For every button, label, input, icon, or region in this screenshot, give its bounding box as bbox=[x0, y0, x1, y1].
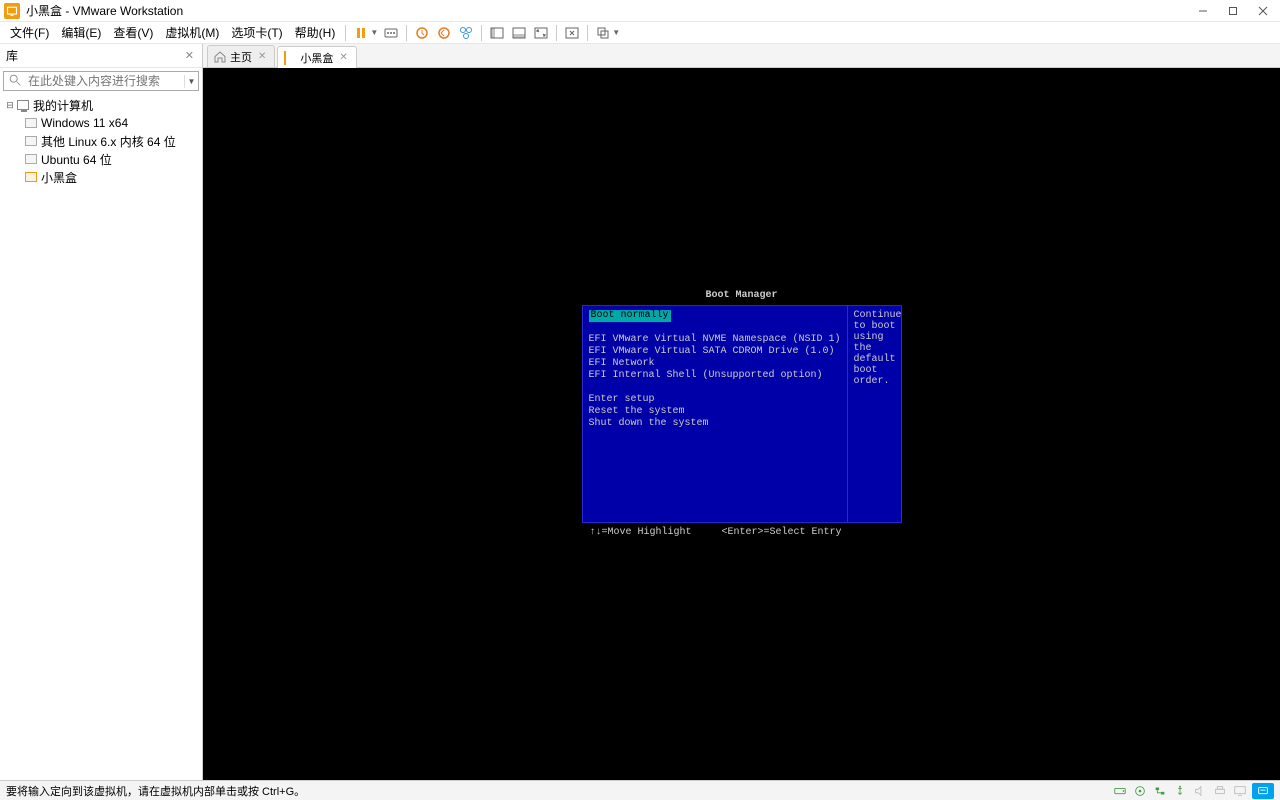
menu-view[interactable]: 查看(V) bbox=[107, 22, 159, 43]
search-icon bbox=[8, 73, 24, 89]
tree-root-label: 我的计算机 bbox=[33, 97, 93, 114]
unity-button[interactable] bbox=[592, 22, 614, 44]
view-stretch-button[interactable] bbox=[530, 22, 552, 44]
tree-item-label: Windows 11 x64 bbox=[41, 116, 128, 130]
library-search-input[interactable] bbox=[28, 74, 184, 88]
view-console-button[interactable] bbox=[486, 22, 508, 44]
status-sound-icon[interactable] bbox=[1192, 783, 1208, 799]
tree-item-label: Ubuntu 64 位 bbox=[41, 151, 112, 168]
pause-vm-button[interactable] bbox=[350, 22, 372, 44]
vm-icon bbox=[24, 152, 38, 166]
tab-close-icon[interactable]: ✕ bbox=[337, 52, 349, 63]
boot-entry-network[interactable]: EFI Network bbox=[589, 358, 841, 370]
tab-current-label: 小黑盒 bbox=[300, 50, 333, 66]
search-dropdown-icon[interactable]: ▼ bbox=[184, 75, 198, 88]
toolbar-separator bbox=[587, 25, 588, 41]
boot-footer-move: ↑↓=Move Highlight bbox=[590, 527, 692, 538]
status-bar: 要将输入定向到该虚拟机，请在虚拟机内部单击或按 Ctrl+G。 bbox=[0, 780, 1280, 800]
vm-icon bbox=[284, 52, 296, 64]
vm-console[interactable]: Boot Manager Boot normally EFI VMware Vi… bbox=[203, 68, 1280, 780]
tree-item-label: 其他 Linux 6.x 内核 64 位 bbox=[41, 133, 176, 150]
tab-home[interactable]: 主页 ✕ bbox=[207, 45, 275, 67]
status-message: 要将输入定向到该虚拟机，请在虚拟机内部单击或按 Ctrl+G。 bbox=[6, 783, 1112, 799]
main-split: 库 ✕ ▼ ⊟ 我的计算机 Windows 11 x64 其他 Linux 6.… bbox=[0, 44, 1280, 780]
status-usb-icon[interactable] bbox=[1172, 783, 1188, 799]
content-area: 主页 ✕ 小黑盒 ✕ Boot Manager Boot normally EF… bbox=[203, 44, 1280, 780]
tab-home-label: 主页 bbox=[230, 49, 252, 65]
tree-root-my-computer[interactable]: ⊟ 我的计算机 bbox=[0, 96, 202, 114]
boot-action-setup[interactable]: Enter setup bbox=[589, 394, 841, 406]
boot-entry-selected[interactable]: Boot normally bbox=[589, 310, 841, 322]
tab-strip: 主页 ✕ 小黑盒 ✕ bbox=[203, 44, 1280, 68]
send-ctrl-alt-del-button[interactable] bbox=[380, 22, 402, 44]
toolbar-separator bbox=[345, 25, 346, 41]
boot-manager-panel: Boot Manager Boot normally EFI VMware Vi… bbox=[582, 290, 902, 538]
view-thumbnail-button[interactable] bbox=[508, 22, 530, 44]
window-maximize-button[interactable] bbox=[1220, 1, 1246, 21]
menubar: 文件(F) 编辑(E) 查看(V) 虚拟机(M) 选项卡(T) 帮助(H) ▼ … bbox=[0, 22, 1280, 44]
unity-dropdown-icon[interactable]: ▼ bbox=[612, 28, 620, 37]
boot-action-reset[interactable]: Reset the system bbox=[589, 406, 841, 418]
snapshot-revert-button[interactable] bbox=[433, 22, 455, 44]
boot-help-panel: Continue to boot using the default boot … bbox=[848, 306, 908, 522]
boot-manager-title: Boot Manager bbox=[582, 290, 902, 301]
tree-item-label: 小黑盒 bbox=[41, 169, 77, 186]
tree-vm-linux6x[interactable]: 其他 Linux 6.x 内核 64 位 bbox=[0, 132, 202, 150]
vm-icon bbox=[24, 116, 38, 130]
window-close-button[interactable] bbox=[1250, 1, 1276, 21]
menu-vm[interactable]: 虚拟机(M) bbox=[159, 22, 225, 43]
window-title: 小黑盒 - VMware Workstation bbox=[26, 2, 1190, 19]
boot-action-shutdown[interactable]: Shut down the system bbox=[589, 418, 841, 430]
fullscreen-button[interactable] bbox=[561, 22, 583, 44]
menu-tabs[interactable]: 选项卡(T) bbox=[225, 22, 288, 43]
snapshot-take-button[interactable] bbox=[411, 22, 433, 44]
tab-current-vm[interactable]: 小黑盒 ✕ bbox=[277, 46, 356, 68]
power-dropdown-icon[interactable]: ▼ bbox=[370, 28, 378, 37]
menu-help[interactable]: 帮助(H) bbox=[289, 22, 342, 43]
library-panel: 库 ✕ ▼ ⊟ 我的计算机 Windows 11 x64 其他 Linux 6.… bbox=[0, 44, 203, 780]
menu-file[interactable]: 文件(F) bbox=[4, 22, 55, 43]
toolbar-separator bbox=[481, 25, 482, 41]
window-minimize-button[interactable] bbox=[1190, 1, 1216, 21]
boot-entry-shell[interactable]: EFI Internal Shell (Unsupported option) bbox=[589, 370, 841, 382]
vm-icon bbox=[24, 170, 38, 184]
vm-icon bbox=[24, 134, 38, 148]
boot-menu-list: Boot normally EFI VMware Virtual NVME Na… bbox=[583, 306, 848, 522]
status-harddisk-icon[interactable] bbox=[1112, 783, 1128, 799]
status-network-icon[interactable] bbox=[1152, 783, 1168, 799]
vmware-app-icon bbox=[4, 3, 20, 19]
boot-entry-cdrom[interactable]: EFI VMware Virtual SATA CDROM Drive (1.0… bbox=[589, 346, 841, 358]
toolbar-separator bbox=[556, 25, 557, 41]
library-tree: ⊟ 我的计算机 Windows 11 x64 其他 Linux 6.x 内核 6… bbox=[0, 94, 202, 780]
window-titlebar: 小黑盒 - VMware Workstation bbox=[0, 0, 1280, 22]
tab-close-icon[interactable]: ✕ bbox=[256, 51, 268, 62]
boot-footer: ↑↓=Move Highlight <Enter>=Select Entry bbox=[582, 527, 902, 538]
status-cdrom-icon[interactable] bbox=[1132, 783, 1148, 799]
status-printer-icon[interactable] bbox=[1212, 783, 1228, 799]
tree-vm-windows11[interactable]: Windows 11 x64 bbox=[0, 114, 202, 132]
tree-vm-ubuntu[interactable]: Ubuntu 64 位 bbox=[0, 150, 202, 168]
snapshot-manager-button[interactable] bbox=[455, 22, 477, 44]
library-close-button[interactable]: ✕ bbox=[183, 49, 196, 62]
toolbar-separator bbox=[406, 25, 407, 41]
status-display-icon[interactable] bbox=[1232, 783, 1248, 799]
home-icon bbox=[214, 51, 226, 63]
boot-entry-nvme[interactable]: EFI VMware Virtual NVME Namespace (NSID … bbox=[589, 334, 841, 346]
boot-footer-enter: <Enter>=Select Entry bbox=[722, 527, 842, 538]
tree-vm-xiaoheihe[interactable]: 小黑盒 bbox=[0, 168, 202, 186]
menu-edit[interactable]: 编辑(E) bbox=[55, 22, 107, 43]
status-messages-icon[interactable] bbox=[1252, 783, 1274, 799]
tree-collapse-icon[interactable]: ⊟ bbox=[4, 100, 16, 111]
computer-icon bbox=[16, 98, 30, 112]
library-title: 库 bbox=[6, 47, 183, 64]
library-search[interactable]: ▼ bbox=[3, 71, 199, 91]
